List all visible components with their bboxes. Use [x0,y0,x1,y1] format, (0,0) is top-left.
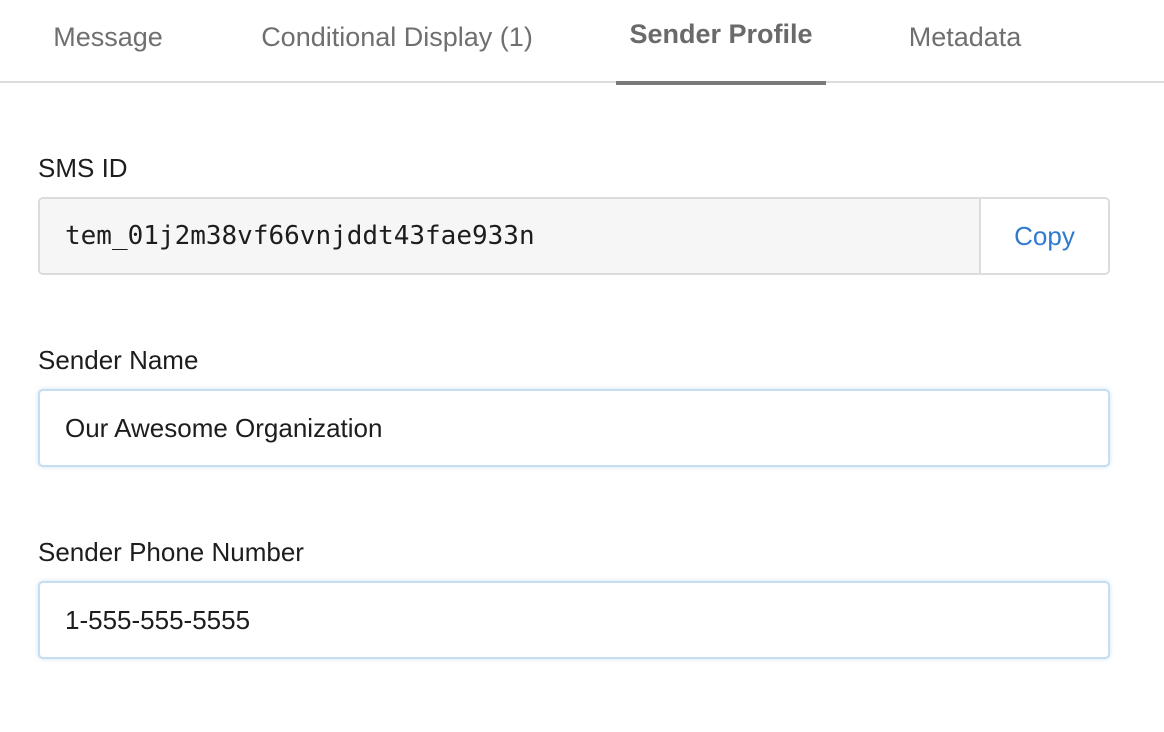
tab-metadata[interactable]: Metadata [876,0,1054,83]
sender-name-label: Sender Name [38,345,199,375]
sender-profile-panel: Message Conditional Display (1) Sender P… [0,0,1164,732]
tab-conditional-display[interactable]: Conditional Display (1) [236,0,558,83]
tab-message[interactable]: Message [30,0,186,83]
sms-id-value: tem_01j2m38vf66vnjddt43fae933n [40,199,981,273]
tab-sender-profile[interactable]: Sender Profile [616,0,826,85]
tab-bar: Message Conditional Display (1) Sender P… [0,0,1164,85]
sender-name-input[interactable] [38,389,1110,467]
copy-button[interactable]: Copy [981,199,1108,273]
sms-id-group: tem_01j2m38vf66vnjddt43fae933n Copy [38,197,1110,275]
sms-id-label: SMS ID [38,153,128,183]
sender-phone-input[interactable] [38,581,1110,659]
sender-phone-label: Sender Phone Number [38,537,304,567]
